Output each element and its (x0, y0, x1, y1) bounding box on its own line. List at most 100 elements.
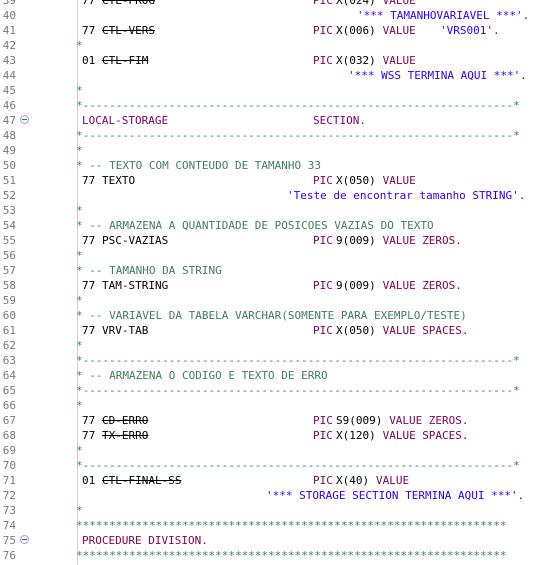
code-line-61[interactable]: 61 77 VRV-TAB PIC X(050) VALUE SPACES. (0, 323, 537, 338)
code-line-68[interactable]: 68 77 TX-ERRO PIC X(120) VALUE SPACES. (0, 428, 537, 443)
comment-marker: * (76, 444, 83, 457)
field-name: TAM-STRING (102, 279, 169, 292)
pic-keyword: PIC (313, 279, 333, 292)
value-figurative: ZEROS. (422, 234, 462, 247)
pic-format: X(050) (336, 324, 376, 337)
code-line-59[interactable]: 59 * (0, 293, 537, 308)
code-line-56[interactable]: 56 * (0, 248, 537, 263)
comment-marker: * (76, 204, 83, 217)
code-line-63[interactable]: 63 *-------------------------------------… (0, 353, 537, 368)
section-keyword: LOCAL-STORAGE (82, 114, 169, 127)
section-keyword: PROCEDURE DIVISION. (82, 534, 208, 547)
code-line-64[interactable]: 64 * -- ARMAZENA O CODIGO E TEXTO DE ERRO (0, 368, 537, 383)
code-line-47[interactable]: 47 LOCAL-STORAGE SECTION. (0, 113, 537, 128)
code-line-65[interactable]: 65 *-------------------------------------… (0, 383, 537, 398)
code-line-60[interactable]: 60 * -- VARIAVEL DA TABELA VARCHAR(SOMENT… (0, 308, 537, 323)
comment-marker: * (76, 294, 83, 307)
pic-keyword: PIC (313, 429, 333, 442)
code-line-42[interactable]: 42 * (0, 38, 537, 53)
code-line-76[interactable]: 76 **************************************… (0, 548, 537, 563)
code-line-75[interactable]: 75 PROCEDURE DIVISION. (0, 533, 537, 548)
pic-keyword: PIC (313, 54, 333, 67)
comment-marker: * (76, 339, 83, 352)
field-name: CD-ERRO (102, 414, 149, 427)
value-keyword: VALUE (382, 234, 416, 247)
code-line-55[interactable]: 55 77 PSC-VAZIAS PIC 9(009) VALUE ZEROS. (0, 233, 537, 248)
section-keyword: SECTION. (313, 114, 366, 127)
string-literal: 'VRS001'. (440, 24, 500, 37)
comment-text: * -- ARMAZENA O CODIGO E TEXTO DE ERRO (76, 369, 328, 382)
string-literal: '*** TAMANHOVARIAVEL ***'. (357, 9, 530, 22)
field-name: CTL-FIM (102, 54, 149, 67)
value-keyword: VALUE (382, 429, 416, 442)
string-literal: '*** STORAGE SECTION TERMINA AQUI ***'. (266, 489, 525, 502)
level-number: 77 (82, 0, 102, 7)
code-line-62[interactable]: 62 * (0, 338, 537, 353)
field-name: VRV-TAB (102, 324, 149, 337)
value-keyword: VALUE (376, 474, 410, 487)
field-name: CTL-VERS (102, 24, 155, 37)
code-line-46[interactable]: 46 *-------------------------------------… (0, 98, 537, 113)
code-line-57[interactable]: 57 * -- TAMANHO DA STRING (0, 263, 537, 278)
comment-marker: * (76, 39, 83, 52)
code-line-43[interactable]: 43 01 CTL-FIM PIC X(032) VALUE (0, 53, 537, 68)
value-keyword: VALUE (382, 24, 416, 37)
comment-marker: * (76, 399, 83, 412)
pic-format: X(024) (336, 0, 376, 7)
pic-keyword: PIC (313, 174, 333, 187)
code-line-74[interactable]: 74 **************************************… (0, 518, 537, 533)
comment-text: *---------------------------------------… (76, 459, 520, 472)
comment-marker: * (76, 144, 83, 157)
code-line-40[interactable]: 40 '*** TAMANHOVARIAVEL ***'. (0, 8, 537, 23)
code-line-66[interactable]: 66 * (0, 398, 537, 413)
value-keyword: VALUE (382, 279, 416, 292)
pic-format: 9(009) (336, 279, 376, 292)
comment-text: ****************************************… (76, 549, 507, 562)
string-literal: 'Teste de encontrar tamanho STRING'. (287, 189, 526, 202)
pic-format: X(032) (336, 54, 376, 67)
code-line-67[interactable]: 67 77 CD-ERRO PIC S9(009) VALUE ZEROS. (0, 413, 537, 428)
code-line-73[interactable]: 73 * (0, 503, 537, 518)
code-line-45[interactable]: 45 * (0, 83, 537, 98)
pic-keyword: PIC (313, 0, 333, 7)
level-number: 77 (82, 24, 102, 37)
field-name: CTL-FINAL-SS (102, 474, 182, 487)
pic-keyword: PIC (313, 414, 333, 427)
field-name: PSC-VAZIAS (102, 234, 169, 247)
comment-text: ****************************************… (76, 519, 507, 532)
code-line-49[interactable]: 49 * (0, 143, 537, 158)
value-keyword: VALUE (382, 54, 416, 67)
code-line-54[interactable]: 54 * -- ARMAZENA A QUANTIDADE DE POSICOES… (0, 218, 537, 233)
code-line-44[interactable]: 44 '*** WSS TERMINA AQUI ***'. (0, 68, 537, 83)
code-line-70[interactable]: 70 *-------------------------------------… (0, 458, 537, 473)
field-name: TX-ERRO (102, 429, 149, 442)
code-line-69[interactable]: 69 * (0, 443, 537, 458)
code-line-71[interactable]: 71 01 CTL-FINAL-SS PIC X(40) VALUE (0, 473, 537, 488)
code-line-39[interactable]: 39 77 CTL-PROG PIC X(024) VALUE (0, 0, 537, 8)
pic-format: X(120) (336, 429, 376, 442)
value-keyword: VALUE (382, 324, 416, 337)
comment-marker: * (76, 249, 83, 262)
pic-keyword: PIC (313, 234, 333, 247)
comment-marker: * (76, 84, 83, 97)
code-line-52[interactable]: 52 'Teste de encontrar tamanho STRING'. (0, 188, 537, 203)
comment-text: *---------------------------------------… (76, 384, 520, 397)
code-line-50[interactable]: 50 * -- TEXTO COM CONTEUDO DE TAMANHO 33 (0, 158, 537, 173)
level-number: 01 (82, 474, 102, 487)
code-line-58[interactable]: 58 77 TAM-STRING PIC 9(009) VALUE ZEROS. (0, 278, 537, 293)
code-line-53[interactable]: 53 * (0, 203, 537, 218)
string-literal: '*** WSS TERMINA AQUI ***'. (348, 69, 527, 82)
comment-text: *---------------------------------------… (76, 354, 520, 367)
pic-format: X(40) (336, 474, 370, 487)
level-number: 77 (82, 429, 102, 442)
comment-text: * -- TAMANHO DA STRING (76, 264, 222, 277)
comment-text: * -- ARMAZENA A QUANTIDADE DE POSICOES V… (76, 219, 434, 232)
field-name: CTL-PROG (102, 0, 155, 7)
code-line-41[interactable]: 41 77 CTL-VERS PIC X(006) VALUE 'VRS001'. (0, 23, 537, 38)
level-number: 77 (82, 174, 102, 187)
value-figurative: SPACES. (422, 429, 469, 442)
level-number: 77 (82, 324, 102, 337)
code-line-51[interactable]: 51 77 TEXTO PIC X(050) VALUE (0, 173, 537, 188)
code-line-72[interactable]: 72 '*** STORAGE SECTION TERMINA AQUI ***'… (0, 488, 537, 503)
code-line-48[interactable]: 48 *-------------------------------------… (0, 128, 537, 143)
